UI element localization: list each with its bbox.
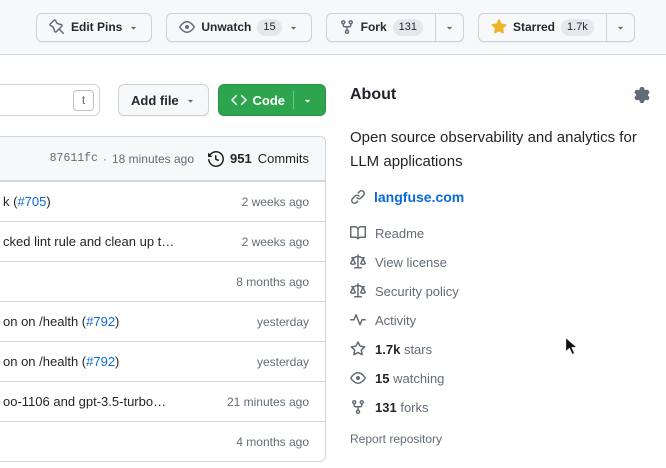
file-toolbar: t Add file Code (0, 84, 326, 116)
repo-fork-icon (350, 399, 366, 415)
readme-link[interactable]: Readme (350, 225, 650, 241)
commit-message: on on /health (#792) (3, 354, 245, 369)
fork-button-group: Fork 131 (326, 13, 464, 42)
file-list-panel: 87611fc · 18 minutes ago 951 Commits k (… (0, 136, 326, 462)
unwatch-label: Unwatch (201, 21, 251, 33)
edit-pins-button[interactable]: Edit Pins (36, 13, 152, 42)
law-icon (350, 254, 366, 270)
watch-count-badge: 15 (257, 19, 281, 36)
link-icon (350, 189, 366, 205)
gear-icon[interactable] (634, 87, 650, 103)
file-row[interactable]: on on /health (#792) yesterday (0, 341, 325, 381)
watching-stat[interactable]: 15 watching (350, 370, 650, 386)
chevron-down-icon (302, 95, 313, 106)
repo-description: Open source observability and analytics … (350, 126, 650, 174)
starred-dropdown-button[interactable] (606, 13, 635, 42)
about-title: About (350, 86, 396, 104)
star-button-group: Starred 1.7k (478, 13, 635, 42)
security-policy-link[interactable]: Security policy (350, 283, 650, 299)
file-row[interactable]: 8 months ago (0, 261, 325, 301)
star-icon (350, 341, 366, 357)
website-row: langfuse.com (350, 189, 650, 205)
t-key-hint: t (73, 90, 94, 111)
github-repo-page: Edit Pins Unwatch 15 Fork 131 Starred 1. (0, 0, 666, 468)
commits-label: Commits (258, 151, 309, 166)
website-link[interactable]: langfuse.com (374, 189, 464, 205)
license-link[interactable]: View license (350, 254, 650, 270)
add-file-button[interactable]: Add file (118, 84, 209, 116)
commit-message: k (#705) (3, 194, 230, 209)
activity-link[interactable]: Activity (350, 312, 650, 328)
file-row[interactable]: k (#705) 2 weeks ago (0, 181, 325, 221)
add-file-label: Add file (131, 94, 179, 107)
pin-icon (49, 19, 65, 35)
commit-date: 4 months ago (236, 435, 309, 449)
star-icon (491, 19, 507, 35)
issue-link[interactable]: #792 (86, 314, 115, 329)
latest-commit-meta: 87611fc · 18 minutes ago (50, 152, 194, 166)
history-icon (208, 151, 224, 167)
commits-count: 951 (230, 151, 252, 166)
commit-message: oo-1106 and gpt-3.5-turbo… (3, 394, 215, 409)
issue-link[interactable]: #792 (86, 354, 115, 369)
eye-icon (179, 19, 195, 35)
chevron-down-icon (185, 95, 196, 106)
repo-fork-icon (339, 19, 355, 35)
fork-count-badge: 131 (393, 19, 423, 36)
button-divider (293, 91, 294, 109)
file-row[interactable]: 4 months ago (0, 421, 325, 461)
fork-dropdown-button[interactable] (435, 13, 464, 42)
edit-pins-label: Edit Pins (71, 21, 122, 33)
about-header: About (350, 86, 650, 104)
file-row[interactable]: on on /health (#792) yesterday (0, 301, 325, 341)
file-row[interactable]: oo-1106 and gpt-3.5-turbo… 21 minutes ag… (0, 381, 325, 421)
starred-button[interactable]: Starred 1.7k (478, 13, 607, 42)
code-button[interactable]: Code (218, 84, 327, 116)
commits-link[interactable]: 951 Commits (208, 151, 309, 167)
code-icon (231, 92, 247, 108)
pulse-icon (350, 312, 366, 328)
book-icon (350, 225, 366, 241)
commit-sha[interactable]: 87611fc (50, 152, 98, 165)
issue-link[interactable]: #705 (17, 194, 46, 209)
fork-button[interactable]: Fork 131 (326, 13, 436, 42)
stars-stat[interactable]: 1.7k stars (350, 341, 650, 357)
commit-date: 8 months ago (236, 275, 309, 289)
commit-date: 2 weeks ago (242, 235, 309, 249)
commit-date: 2 weeks ago (242, 195, 309, 209)
starred-label: Starred (513, 21, 555, 33)
dot-separator: · (103, 152, 107, 166)
latest-commit-bar: 87611fc · 18 minutes ago 951 Commits (0, 137, 325, 181)
commit-date: yesterday (257, 355, 309, 369)
repo-action-bar: Edit Pins Unwatch 15 Fork 131 Starred 1. (0, 0, 666, 55)
code-label: Code (253, 94, 286, 107)
chevron-down-icon (444, 22, 455, 33)
star-count-badge: 1.7k (561, 19, 594, 36)
commit-message: on on /health (#792) (3, 314, 245, 329)
forks-stat[interactable]: 131 forks (350, 399, 650, 415)
commit-message: cked lint rule and clean up t… (3, 234, 230, 249)
chevron-down-icon (128, 22, 139, 33)
file-row[interactable]: cked lint rule and clean up t… 2 weeks a… (0, 221, 325, 261)
fork-label: Fork (361, 21, 387, 33)
chevron-down-icon (615, 22, 626, 33)
commit-time: 18 minutes ago (112, 152, 194, 166)
go-to-file-input[interactable]: t (0, 84, 100, 116)
commit-date: 21 minutes ago (227, 395, 309, 409)
report-repository-link[interactable]: Report repository (350, 432, 650, 446)
chevron-down-icon (288, 22, 299, 33)
commit-date: yesterday (257, 315, 309, 329)
law-icon (350, 283, 366, 299)
unwatch-button[interactable]: Unwatch 15 (166, 13, 311, 42)
eye-icon (350, 370, 366, 386)
about-section: About Open source observability and anal… (350, 86, 650, 446)
